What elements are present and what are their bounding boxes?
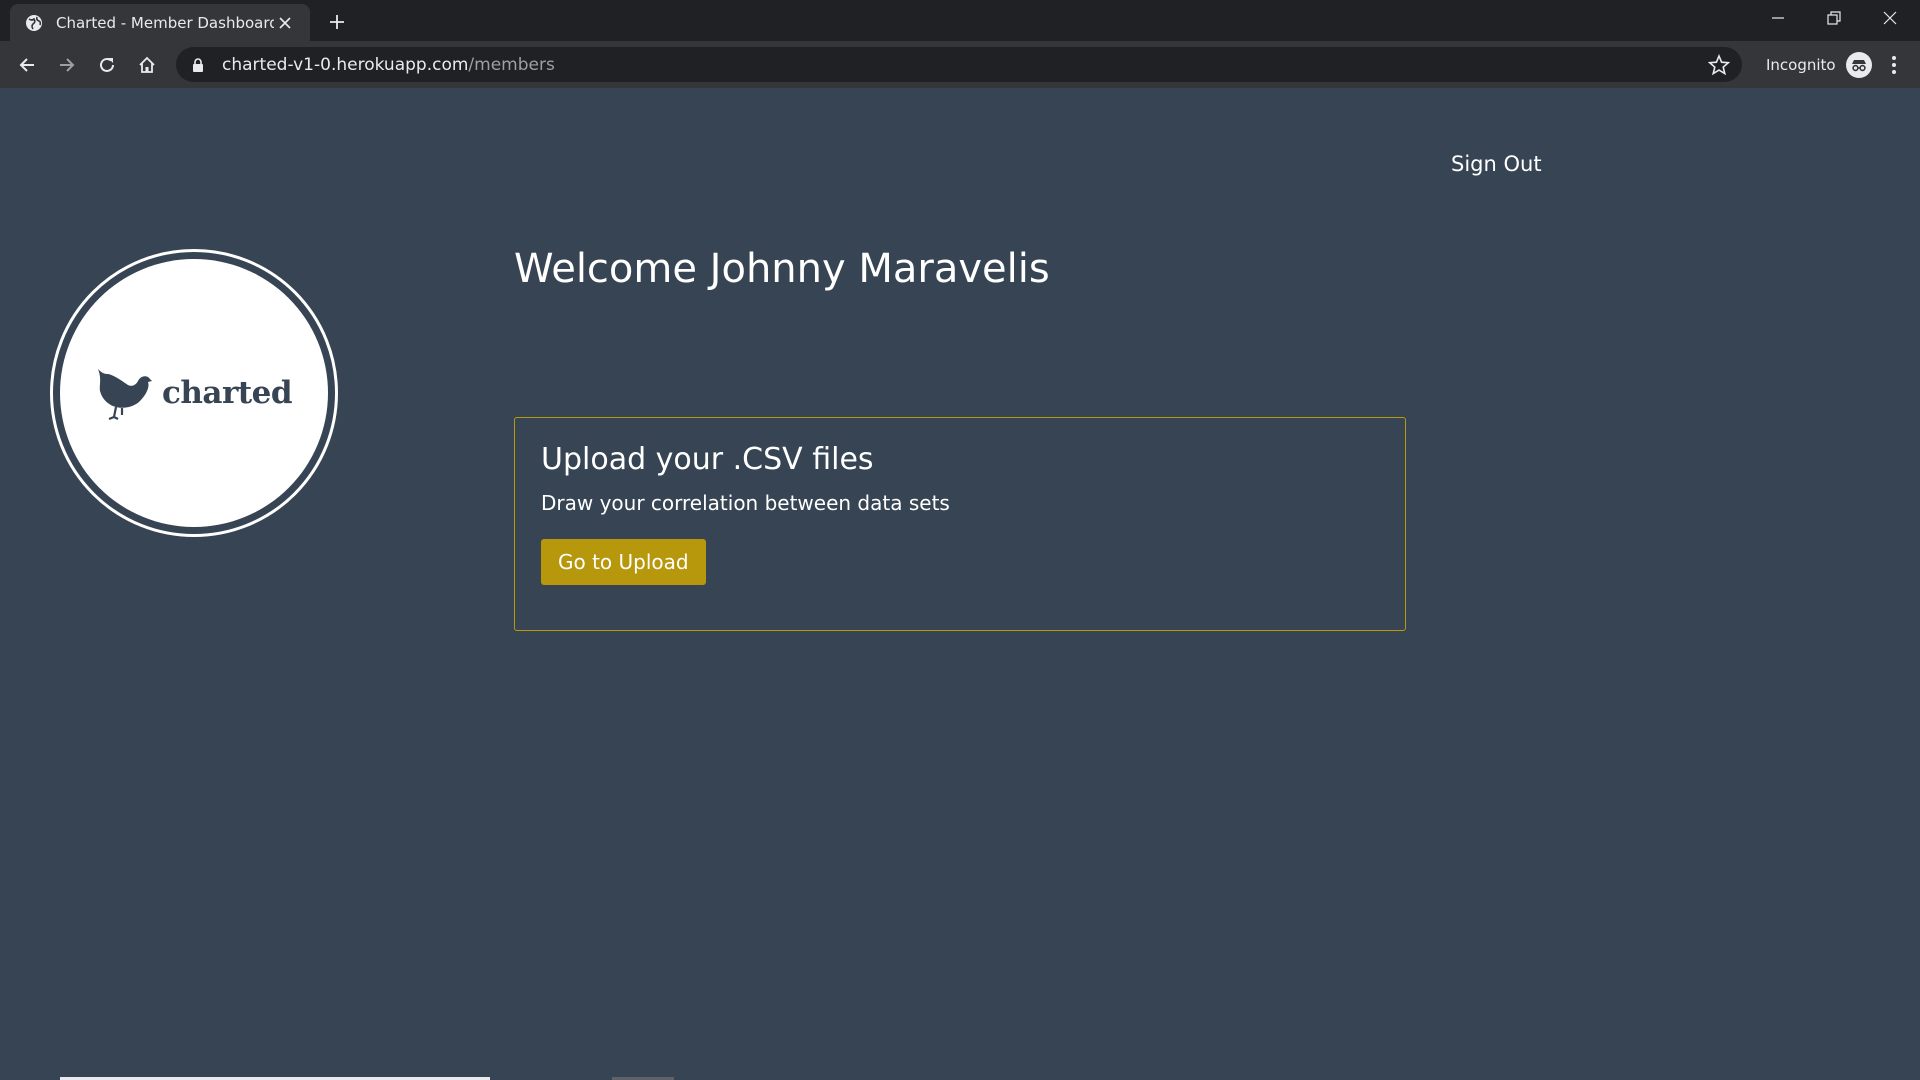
welcome-heading: Welcome Johnny Maravelis xyxy=(514,246,1050,292)
reload-icon xyxy=(100,57,114,72)
profile-button[interactable]: Incognito xyxy=(1766,49,1872,81)
home-icon xyxy=(139,56,155,73)
browser-tab[interactable]: Charted - Member Dashboard xyxy=(10,4,310,41)
forward-arrow-icon xyxy=(60,58,75,72)
charted-logo: charted xyxy=(50,249,338,537)
sign-out-link[interactable]: Sign Out xyxy=(1451,152,1542,176)
plus-icon xyxy=(330,15,344,29)
logo-badge: charted xyxy=(60,259,328,527)
url-host: charted-v1-0.herokuapp.com xyxy=(222,54,469,75)
minimize-button[interactable] xyxy=(1750,0,1806,36)
globe-icon xyxy=(26,14,42,31)
new-tab-button[interactable] xyxy=(324,9,350,35)
close-window-button[interactable] xyxy=(1862,0,1918,36)
member-dashboard-page: Sign Out charted Welcome Johnny Maraveli… xyxy=(0,88,1920,1080)
browser-toolbar: charted-v1-0.herokuapp.com/members Incog… xyxy=(0,41,1920,88)
star-icon[interactable] xyxy=(1708,54,1730,76)
close-window-icon xyxy=(1883,11,1897,25)
forward-button[interactable] xyxy=(51,49,83,81)
upload-card-title: Upload your .CSV files xyxy=(541,442,874,477)
back-arrow-icon xyxy=(19,58,34,72)
minimize-icon xyxy=(1772,17,1784,19)
home-button[interactable] xyxy=(131,49,163,81)
incognito-icon xyxy=(1845,52,1872,78)
restore-icon xyxy=(1827,11,1841,25)
go-to-upload-button[interactable]: Go to Upload xyxy=(541,539,706,585)
restore-button[interactable] xyxy=(1806,0,1862,36)
browser-tab-strip: Charted - Member Dashboard xyxy=(0,0,1920,41)
url-path: /members xyxy=(468,54,555,75)
tab-title: Charted - Member Dashboard xyxy=(56,13,274,32)
url-text[interactable]: charted-v1-0.herokuapp.com/members xyxy=(222,55,555,75)
lock-icon[interactable] xyxy=(190,57,206,73)
profile-label: Incognito xyxy=(1766,56,1836,74)
chicken-icon xyxy=(97,369,152,421)
logo-wordmark: charted xyxy=(161,375,293,411)
kebab-menu-icon xyxy=(1892,56,1896,74)
browser-menu-button[interactable] xyxy=(1882,51,1906,79)
close-icon[interactable] xyxy=(274,12,296,34)
upload-card: Upload your .CSV files Draw your correla… xyxy=(514,417,1406,631)
address-bar[interactable]: charted-v1-0.herokuapp.com/members xyxy=(176,47,1742,82)
back-button[interactable] xyxy=(11,49,43,81)
reload-button[interactable] xyxy=(91,49,123,81)
upload-card-description: Draw your correlation between data sets xyxy=(541,491,950,515)
